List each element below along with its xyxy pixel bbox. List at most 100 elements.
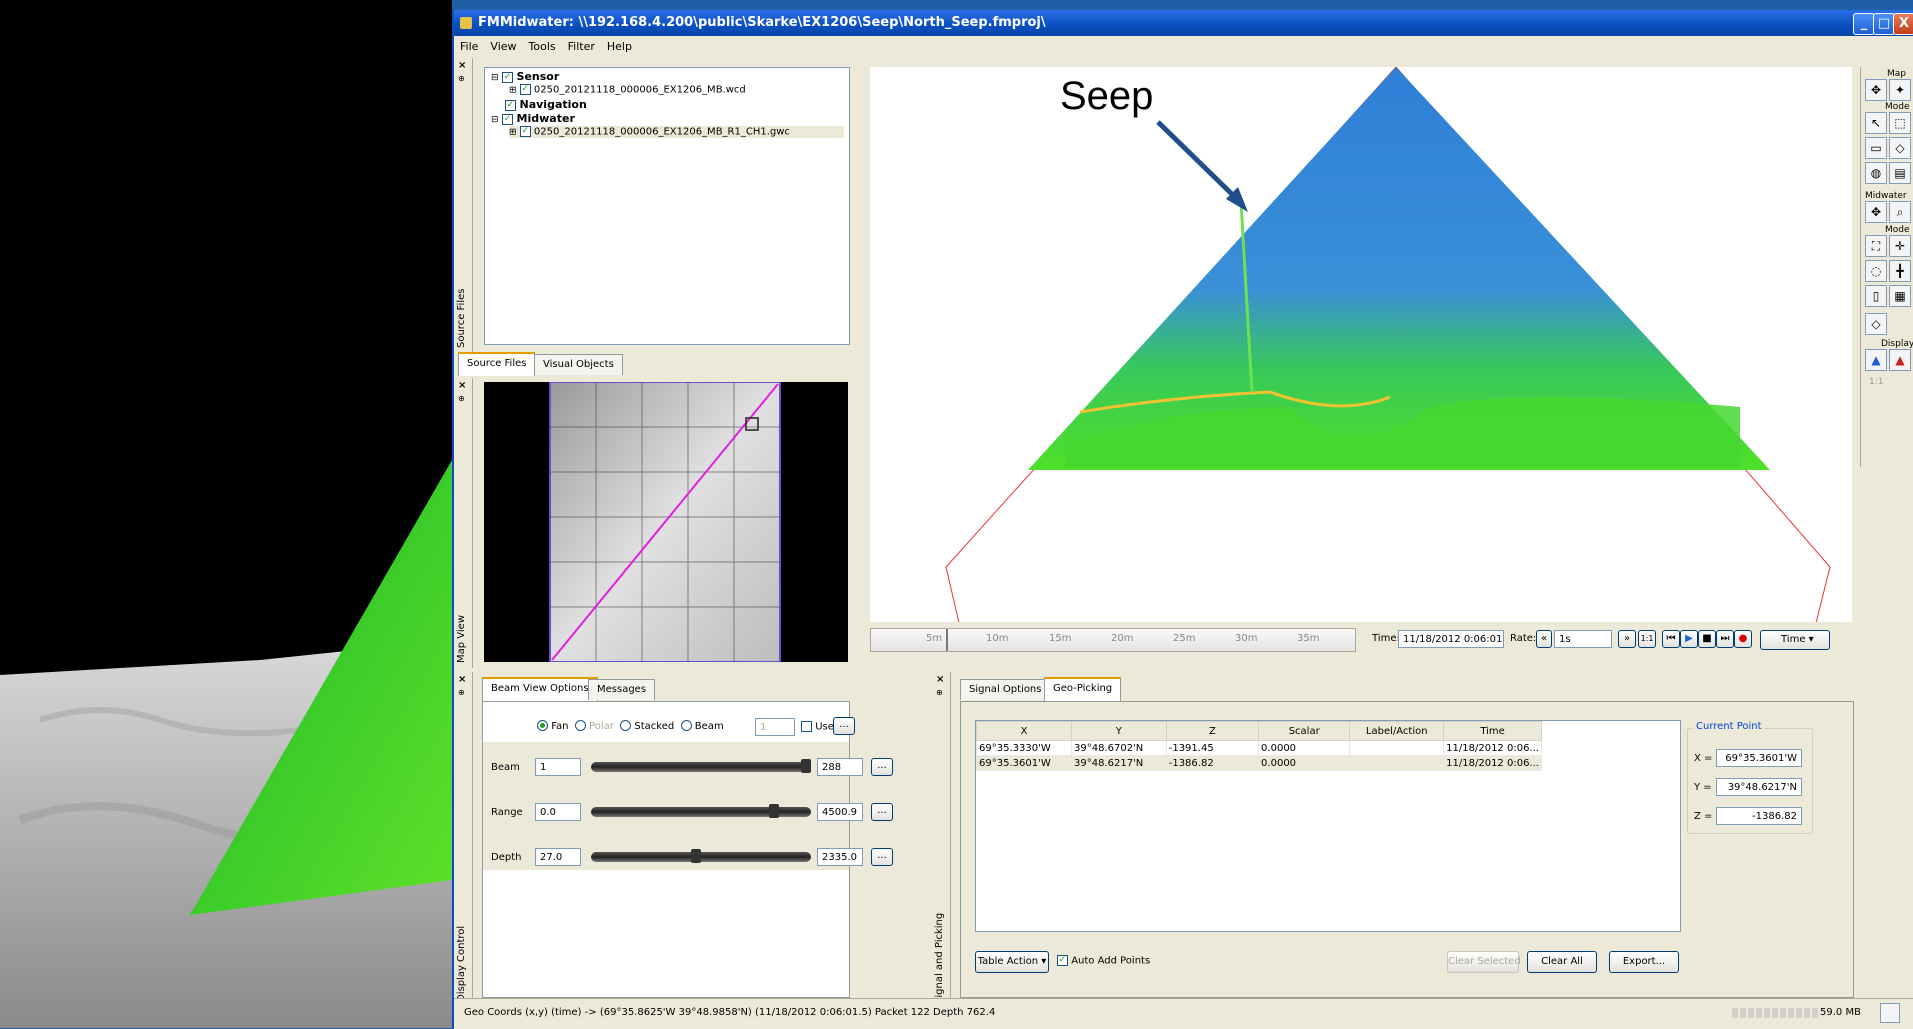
clear-all-button[interactable]: Clear All — [1527, 951, 1597, 973]
pin-icon[interactable]: ⊕ — [458, 394, 465, 403]
table-row[interactable]: 69°35.3601'W 39°48.6217'N -1386.82 0.000… — [976, 755, 1542, 771]
display-fan-red-icon[interactable]: ▲ — [1889, 349, 1911, 371]
depth-slider[interactable] — [591, 849, 811, 863]
rewind-button[interactable]: ⏮ — [1662, 630, 1680, 648]
radio-stacked[interactable]: Stacked — [620, 720, 674, 732]
beam-max-input[interactable]: 288 — [817, 758, 863, 776]
column-header-scalar[interactable]: Scalar — [1258, 721, 1351, 741]
step-forward-button[interactable]: » — [1618, 630, 1636, 648]
close-icon[interactable]: × — [458, 380, 466, 391]
menu-view[interactable]: View — [490, 40, 516, 53]
timeline-ruler[interactable]: 5m 10m 15m 20m 25m 30m 35m — [870, 628, 1356, 652]
tree-item-navigation[interactable]: ✓ Navigation — [505, 98, 587, 111]
rect-select-icon[interactable]: ⬚ — [1889, 112, 1911, 134]
ratio-button[interactable]: 1:1 — [1638, 630, 1656, 648]
fast-forward-button[interactable]: ⏭ — [1716, 630, 1734, 648]
menu-filter[interactable]: Filter — [568, 40, 595, 53]
doc-icon[interactable]: ▯ — [1865, 285, 1887, 307]
stop-button[interactable]: ■ — [1698, 630, 1716, 648]
range-slider[interactable] — [591, 804, 811, 818]
radio-fan[interactable]: Fan — [537, 720, 569, 732]
side-label-source-files[interactable]: Source Files — [456, 289, 467, 348]
current-y-field[interactable]: 39°48.6217'N — [1716, 778, 1802, 796]
layers-icon[interactable]: ▤ — [1889, 162, 1911, 184]
move-icon[interactable]: ✛ — [1889, 235, 1911, 257]
pin-icon[interactable]: ⊕ — [936, 688, 943, 697]
map-select-icon[interactable]: ✦ — [1889, 79, 1911, 101]
column-header-label-action[interactable]: Label/Action — [1349, 721, 1445, 741]
tab-beam-view-options[interactable]: Beam View Options — [482, 677, 598, 701]
depth-max-input[interactable]: 2335.0 — [817, 848, 863, 866]
tab-visual-objects[interactable]: Visual Objects — [534, 354, 623, 375]
maximize-button[interactable]: □ — [1873, 13, 1895, 35]
pointer-icon[interactable]: ↖ — [1865, 112, 1887, 134]
tree-item-midwater[interactable]: ⊟ ✓ Midwater — [491, 112, 575, 125]
page-icon[interactable]: ▭ — [1865, 137, 1887, 159]
menu-help[interactable]: Help — [607, 40, 632, 53]
tab-source-files[interactable]: Source Files — [458, 352, 536, 376]
depth-min-input[interactable]: 27.0 — [535, 848, 581, 866]
beam-options-more-button[interactable]: ... — [833, 717, 855, 735]
midwater-pan-icon[interactable]: ✥ — [1865, 201, 1887, 223]
menu-tools[interactable]: Tools — [529, 40, 556, 53]
table-action-button[interactable]: Table Action ▾ — [975, 951, 1049, 973]
clear-selected-button[interactable]: Clear Selected — [1447, 951, 1521, 973]
side-label-display-control[interactable]: Display Control — [456, 926, 467, 1002]
radio-beam[interactable]: Beam — [680, 720, 724, 732]
zoom-icon[interactable]: ⌕ — [1889, 201, 1911, 223]
side-label-map-view[interactable]: Map View — [456, 615, 467, 663]
beam-number-input[interactable]: 1 — [755, 718, 795, 736]
crosshair-icon[interactable]: ╋ — [1889, 260, 1911, 282]
column-header-y[interactable]: Y — [1070, 721, 1167, 741]
close-button[interactable]: X — [1893, 13, 1913, 35]
time-input[interactable]: 11/18/2012 0:06:01.7 — [1398, 630, 1504, 648]
record-button[interactable]: ● — [1734, 630, 1752, 648]
side-label-signal-picking[interactable]: Signal and Picking — [934, 913, 945, 1004]
timeline-cursor[interactable] — [946, 629, 948, 651]
pin-icon[interactable]: ⊕ — [458, 688, 465, 697]
beam-fan-view[interactable]: Seep — [870, 66, 1852, 628]
column-header-time[interactable]: Time — [1443, 721, 1542, 741]
export-button[interactable]: Export... — [1609, 951, 1679, 973]
depth-slider-thumb[interactable] — [691, 849, 701, 863]
beam-min-input[interactable]: 1 — [535, 758, 581, 776]
status-panel-icon[interactable] — [1880, 1003, 1900, 1023]
tab-messages[interactable]: Messages — [588, 679, 656, 700]
close-icon[interactable]: × — [458, 60, 466, 71]
tree-item-sensor-file[interactable]: ⊞ ✓ 0250_20121118_000006_EX1206_MB.wcd — [509, 84, 746, 96]
globe-icon[interactable]: ◍ — [1865, 162, 1887, 184]
picks-table[interactable]: X Y Z Scalar Label/Action Time 69°35.333… — [975, 720, 1681, 932]
time-mode-select[interactable]: Time ▾ — [1760, 630, 1830, 650]
tab-geo-picking[interactable]: Geo-Picking — [1044, 677, 1122, 701]
rate-decrease-button[interactable]: « — [1536, 630, 1552, 648]
range-more-button[interactable]: ... — [871, 803, 893, 821]
beam-slider-thumb[interactable] — [801, 759, 811, 773]
map-view[interactable] — [484, 381, 848, 663]
table-row[interactable]: 69°35.3330'W 39°48.6702'N -1391.45 0.000… — [976, 740, 1542, 756]
use-checkbox[interactable]: Use — [801, 721, 834, 733]
lasso-icon[interactable]: ◌ — [1865, 260, 1887, 282]
current-x-field[interactable]: 69°35.3601'W — [1716, 749, 1802, 767]
pin-icon[interactable]: ⊕ — [458, 74, 465, 83]
range-max-input[interactable]: 4500.9 — [817, 803, 863, 821]
column-header-z[interactable]: Z — [1165, 721, 1260, 741]
map-pan-icon[interactable]: ✥ — [1865, 79, 1887, 101]
minimize-button[interactable]: _ — [1853, 13, 1875, 35]
current-z-field[interactable]: -1386.82 — [1716, 807, 1802, 825]
range-slider-thumb[interactable] — [769, 804, 779, 818]
grid-icon[interactable]: ▦ — [1889, 285, 1911, 307]
range-min-input[interactable]: 0.0 — [535, 803, 581, 821]
beam-more-button[interactable]: ... — [871, 758, 893, 776]
tag2-icon[interactable]: ◇ — [1865, 313, 1887, 335]
close-icon[interactable]: × — [936, 674, 944, 685]
play-button[interactable]: ▶ — [1680, 630, 1698, 648]
rate-input[interactable]: 1s — [1554, 630, 1612, 648]
tag-icon[interactable]: ◇ — [1889, 137, 1911, 159]
radio-polar[interactable]: Polar — [574, 720, 614, 732]
auto-add-checkbox[interactable]: ✓ Auto Add Points — [1057, 955, 1150, 967]
depth-more-button[interactable]: ... — [871, 848, 893, 866]
cursor-box-icon[interactable]: ⛶ — [1865, 235, 1887, 257]
menu-file[interactable]: File — [460, 40, 478, 53]
column-header-x[interactable]: X — [976, 721, 1072, 741]
tree-item-sensor[interactable]: ⊟ ✓ Sensor — [491, 70, 559, 83]
